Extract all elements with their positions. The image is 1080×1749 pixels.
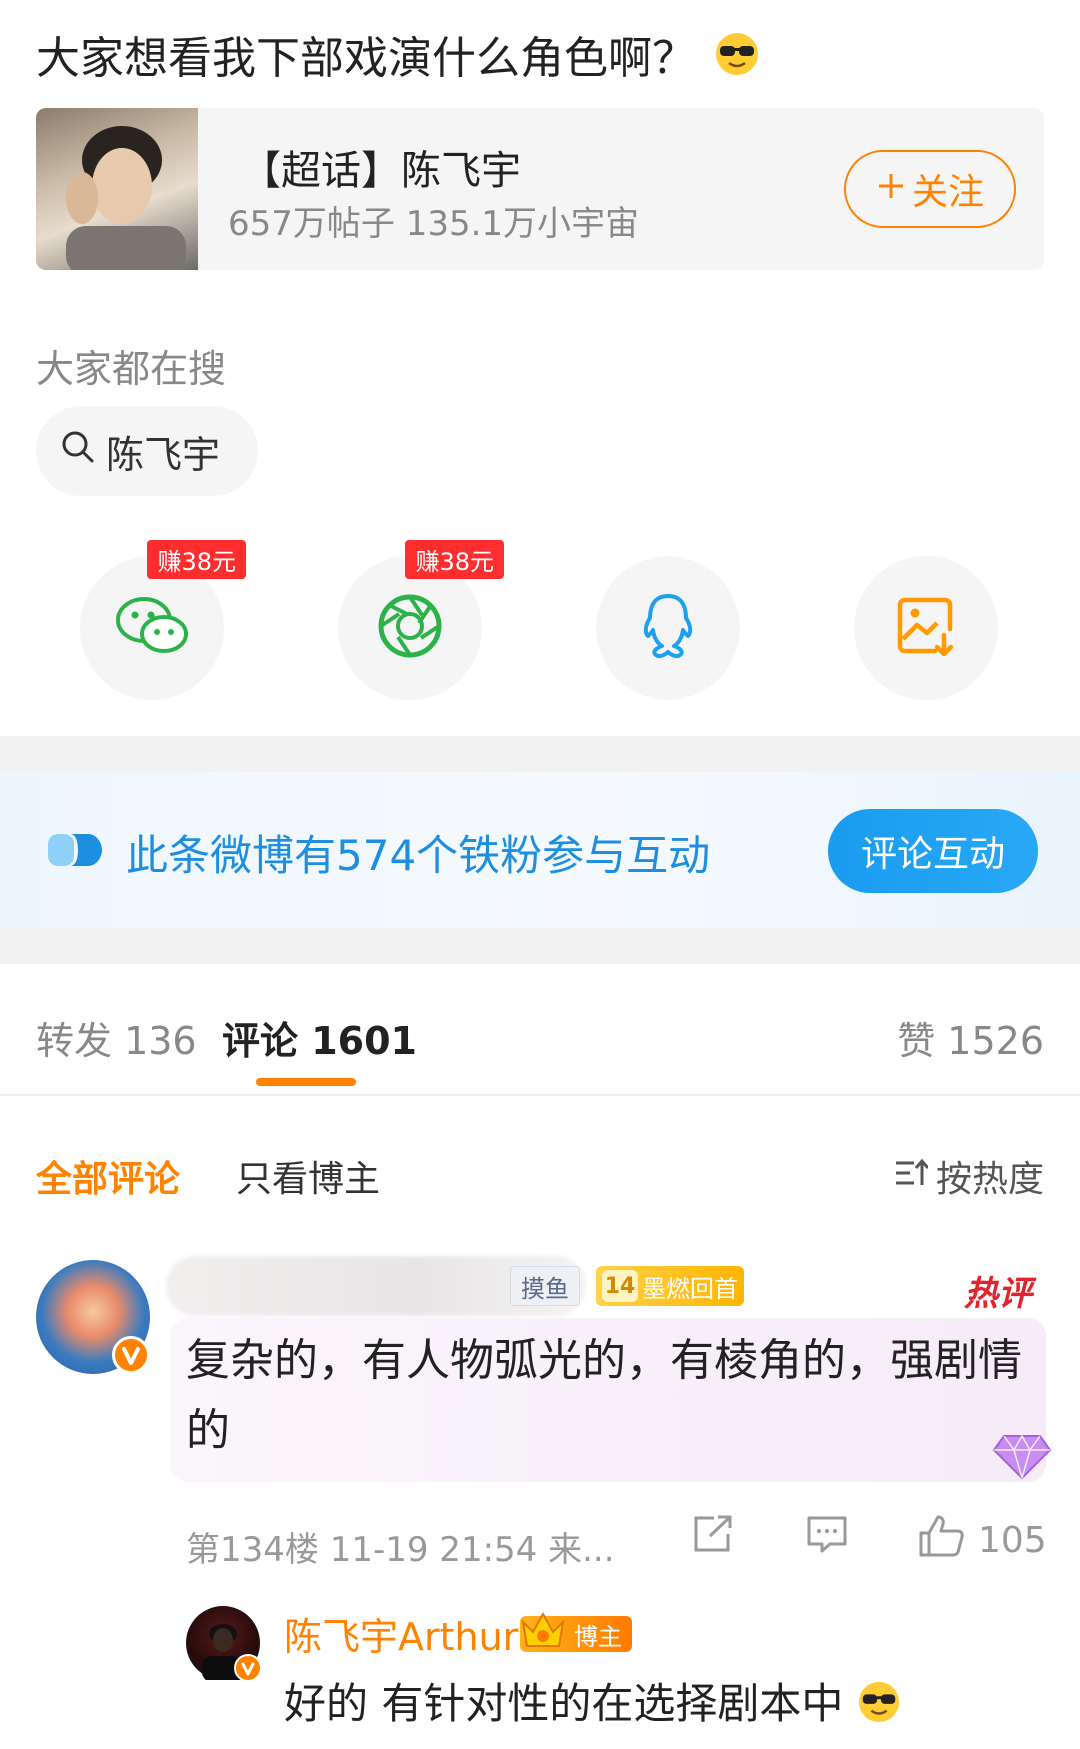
- comment-meta: 第134楼 11-19 21:54 来...: [186, 1530, 615, 1570]
- post-text: 大家想看我下部戏演什么角色啊？: [36, 22, 760, 86]
- fan-level-number: 14: [602, 1270, 638, 1302]
- hot-search-label: 大家都在搜: [36, 347, 227, 391]
- comment-interaction-button[interactable]: 评论互动: [828, 809, 1038, 893]
- tab-repost[interactable]: 转发 136: [36, 1010, 197, 1065]
- hot-search-chip[interactable]: 陈飞宇: [36, 406, 258, 496]
- comment-text: 复杂的，有人物弧光的，有棱角的，强剧情的: [186, 1335, 1022, 1456]
- earn-badge: 赚38元: [405, 540, 504, 579]
- like-count: 105: [978, 1520, 1047, 1561]
- active-tab-indicator: [256, 1078, 356, 1086]
- fans-icon: [48, 832, 102, 868]
- fan-level-title: 墨燃回首: [642, 1274, 738, 1303]
- topic-stats: 657万帖子 135.1万小宇宙: [228, 204, 640, 244]
- save-image-icon: [895, 595, 957, 661]
- verified-badge-icon: [234, 1654, 262, 1682]
- post-text-content: 大家想看我下部戏演什么角色啊？: [36, 33, 696, 84]
- fans-interaction-text: 此条微博有574个铁粉参与互动: [126, 831, 711, 880]
- hot-comment-label: 热评: [964, 1274, 1032, 1314]
- share-qq-button[interactable]: [596, 556, 740, 700]
- hot-search-keyword: 陈飞宇: [106, 432, 221, 477]
- blogger-badge-label: 博主: [574, 1622, 622, 1651]
- share-moments-button[interactable]: 赚38元: [338, 540, 504, 700]
- sort-button[interactable]: 按热度: [894, 1150, 1044, 1202]
- thumbs-up-icon: [918, 1514, 964, 1567]
- qq-icon: [638, 592, 698, 664]
- crown-icon: [518, 1608, 568, 1654]
- blogger-badge: 博主: [520, 1611, 632, 1652]
- fan-tag[interactable]: 摸鱼: [510, 1266, 580, 1306]
- comment-filters: 全部评论 只看博主 按热度: [0, 1150, 1080, 1206]
- earn-badge: 赚38元: [147, 540, 246, 579]
- follow-label: 关注: [911, 172, 984, 213]
- search-icon: [60, 429, 96, 474]
- share-row: 赚38元 赚38元: [0, 540, 1080, 702]
- topic-card[interactable]: 【超话】陈飞宇 657万帖子 135.1万小宇宙 关注: [36, 108, 1044, 270]
- blogger-reply: 陈飞宇Arthur 博主 好的 有针对性的在选择剧本中: [186, 1606, 1080, 1749]
- share-comment-button[interactable]: [692, 1514, 734, 1563]
- save-image-button[interactable]: [854, 556, 998, 700]
- like-button[interactable]: 105: [918, 1514, 1047, 1567]
- share-icon: [692, 1514, 734, 1563]
- reply-username[interactable]: 陈飞宇Arthur: [284, 1606, 518, 1661]
- moments-icon: [377, 593, 443, 663]
- fans-banner: 此条微博有574个铁粉参与互动 评论互动: [0, 772, 1080, 928]
- wechat-icon: [114, 594, 190, 662]
- reply-button[interactable]: [806, 1514, 848, 1563]
- reply-text-content: 好的 有针对性的在选择剧本中: [284, 1679, 844, 1728]
- diamond-icon: [990, 1426, 1054, 1482]
- filter-all-comments[interactable]: 全部评论: [36, 1150, 180, 1202]
- tab-likes[interactable]: 赞 1526: [897, 1010, 1044, 1065]
- fan-level-badge[interactable]: 14 墨燃回首: [596, 1266, 744, 1306]
- post-tabs: 转发 136 评论 1601 赞 1526: [0, 1000, 1080, 1096]
- sunglasses-emoji-icon: [714, 31, 760, 77]
- filter-blogger-only[interactable]: 只看博主: [236, 1150, 380, 1202]
- verified-badge-icon: [112, 1336, 150, 1374]
- tab-comments[interactable]: 评论 1601: [222, 1010, 417, 1065]
- section-divider: [0, 928, 1080, 964]
- sunglasses-emoji-icon: [857, 1680, 901, 1734]
- sort-label: 按热度: [935, 1159, 1044, 1200]
- reply-text: 好的 有针对性的在选择剧本中: [284, 1670, 901, 1734]
- plus-icon: [876, 169, 906, 210]
- topic-avatar: [36, 108, 198, 270]
- sort-icon: [894, 1156, 930, 1197]
- share-wechat-button[interactable]: 赚38元: [80, 540, 246, 700]
- section-divider: [0, 736, 1080, 772]
- topic-title: 【超话】陈飞宇: [241, 148, 521, 194]
- comment-icon: [806, 1514, 848, 1563]
- follow-button[interactable]: 关注: [844, 150, 1016, 228]
